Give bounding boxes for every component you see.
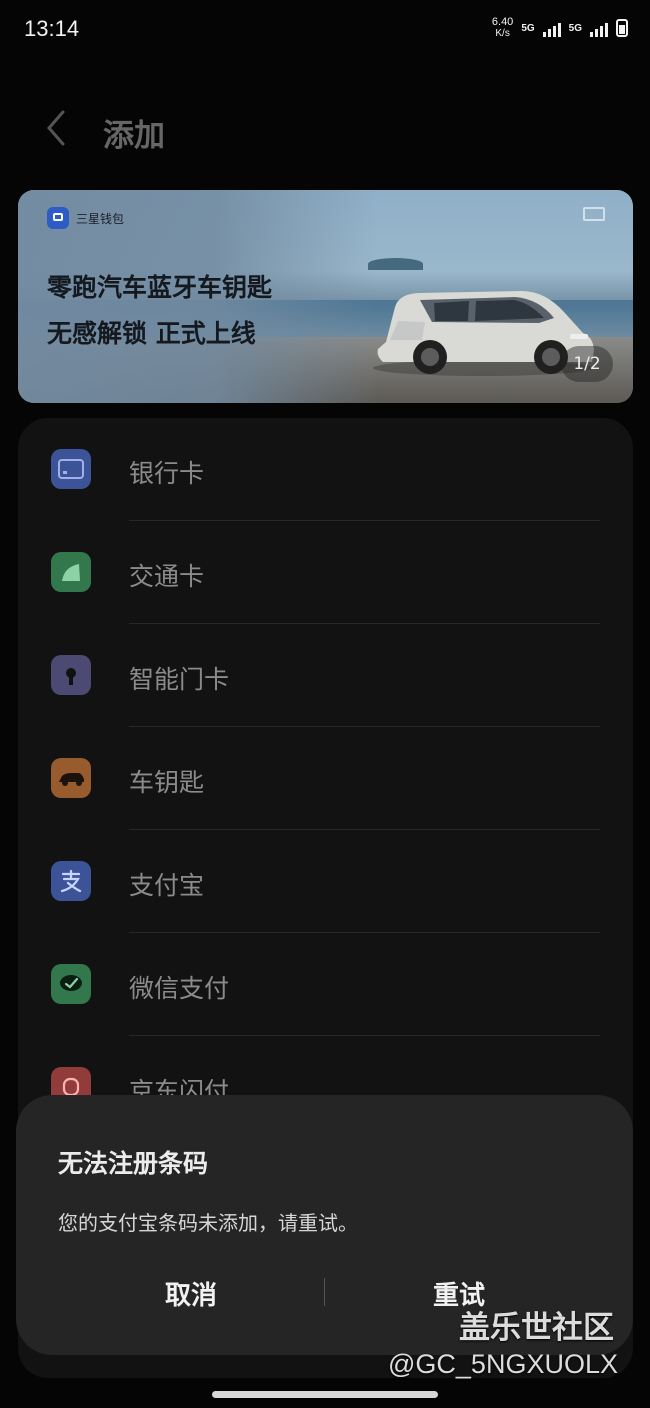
list-item-label: 智能门卡 <box>129 665 230 694</box>
signal-icon <box>590 19 608 37</box>
car-key-icon <box>51 758 91 798</box>
promo-banner[interactable]: 三星钱包 零跑汽车蓝牙车钥匙 无感解锁 正式上线 1/2 <box>18 190 633 403</box>
dialog-title: 无法注册条码 <box>58 1149 209 1178</box>
banner-headline-line1: 零跑汽车蓝牙车钥匙 <box>47 273 273 302</box>
door-card-icon <box>51 655 91 695</box>
dialog-button-divider <box>324 1278 325 1306</box>
back-button[interactable] <box>40 106 76 150</box>
page-title: 添加 <box>103 118 165 154</box>
transit-card-icon <box>51 552 91 592</box>
list-item-transit-card[interactable]: 交通卡 <box>18 521 633 624</box>
alipay-icon <box>51 861 91 901</box>
chevron-left-icon <box>47 110 65 146</box>
list-item-label: 车钥匙 <box>129 768 205 797</box>
list-item-door-card[interactable]: 智能门卡 <box>18 624 633 727</box>
watermark-community: 盖乐世社区 <box>459 1310 614 1346</box>
list-item-bank-card[interactable]: 银行卡 <box>18 418 633 521</box>
page-header: 添加 <box>0 96 650 166</box>
banner-headline-line2: 无感解锁 正式上线 <box>47 319 256 348</box>
list-item-label: 银行卡 <box>129 459 205 488</box>
status-icons: 6.40 K/s 5G 5G <box>492 16 628 40</box>
card-icon <box>583 207 605 221</box>
network-5g-icon: 5G <box>521 22 535 34</box>
banner-page-indicator: 1/2 <box>561 346 613 382</box>
wechat-pay-icon <box>51 964 91 1004</box>
cancel-button[interactable]: 取消 <box>86 1275 296 1313</box>
list-item-label: 交通卡 <box>129 562 205 591</box>
list-item-label: 支付宝 <box>129 871 205 900</box>
network-speed: 6.40 K/s <box>491 16 514 39</box>
list-item-car-key[interactable]: 车钥匙 <box>18 727 633 830</box>
list-item-label: 微信支付 <box>129 974 230 1003</box>
banner-brand: 三星钱包 <box>76 212 125 226</box>
dialog-message: 您的支付宝条码未添加，请重试。 <box>58 1211 358 1235</box>
signal-icon <box>542 19 561 37</box>
home-indicator[interactable] <box>212 1391 438 1398</box>
battery-icon <box>616 19 628 37</box>
status-time: 13:14 <box>24 16 80 41</box>
list-item-alipay[interactable]: 支付宝 <box>18 830 633 933</box>
watermark-user: @GC_5NGXUOLX <box>388 1349 618 1379</box>
status-bar: 13:14 6.40 K/s 5G 5G <box>0 0 650 64</box>
bank-card-icon <box>51 449 91 489</box>
list-item-wechat-pay[interactable]: 微信支付 <box>18 933 633 1036</box>
network-5g-icon: 5G <box>568 22 582 34</box>
samsung-wallet-logo <box>47 207 69 229</box>
